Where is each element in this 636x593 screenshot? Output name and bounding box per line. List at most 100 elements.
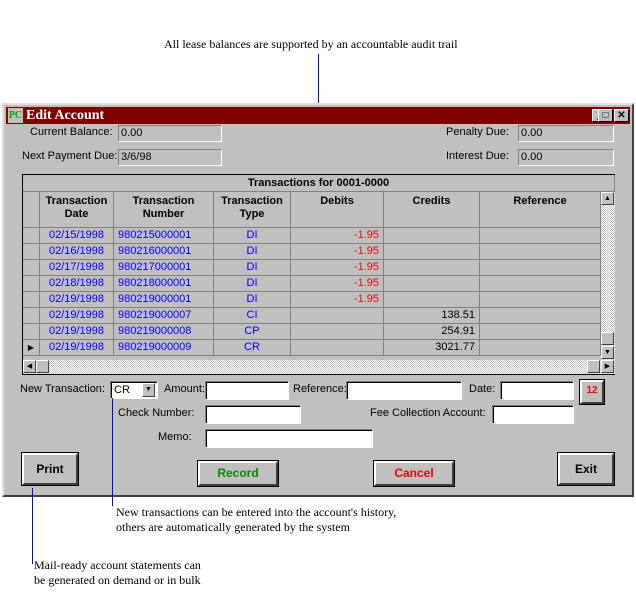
grid-cell[interactable]: 02/19/1998 xyxy=(40,340,114,356)
grid-cell[interactable]: CI xyxy=(214,308,291,324)
column-header-text: Transaction xyxy=(221,195,283,207)
grid-cell[interactable]: CR xyxy=(214,340,291,356)
grid-cell[interactable]: 254.91 xyxy=(384,324,480,340)
grid-cell[interactable] xyxy=(480,308,601,324)
row-selector[interactable] xyxy=(23,308,40,324)
check-number-label: Check Number: xyxy=(118,407,195,419)
memo-label: Memo: xyxy=(158,431,192,443)
grid-cell[interactable] xyxy=(384,260,480,276)
scroll-right-end-icon[interactable] xyxy=(587,360,600,373)
scroll-up-icon[interactable]: ▲ xyxy=(601,192,614,205)
fee-collection-input[interactable] xyxy=(492,405,574,424)
column-header: Transaction Type xyxy=(214,192,291,228)
new-transaction-label: New Transaction: xyxy=(20,383,105,395)
exit-button[interactable]: Exit xyxy=(557,452,615,486)
cancel-button[interactable]: Cancel xyxy=(373,460,455,487)
penalty-due-label: Penalty Due: xyxy=(446,126,509,138)
fee-collection-label: Fee Collection Account: xyxy=(370,407,486,419)
grid-cell[interactable]: 980216000001 xyxy=(114,244,214,260)
grid-cell[interactable]: 980219000008 xyxy=(114,324,214,340)
grid-cell[interactable] xyxy=(291,324,384,340)
grid-cell[interactable] xyxy=(480,276,601,292)
grid-cell[interactable]: 980217000001 xyxy=(114,260,214,276)
row-selector[interactable] xyxy=(23,324,40,340)
grid-cell[interactable]: -1.95 xyxy=(291,292,384,308)
grid-cell[interactable]: 138.51 xyxy=(384,308,480,324)
current-balance-label: Current Balance: xyxy=(30,126,113,138)
scroll-left-icon[interactable]: ◀ xyxy=(23,360,36,373)
grid-cell[interactable]: 980219000001 xyxy=(114,292,214,308)
grid-cell[interactable] xyxy=(384,292,480,308)
scroll-thumb[interactable] xyxy=(601,332,614,345)
current-row-icon[interactable]: ▶ xyxy=(23,340,40,356)
column-header: Debits xyxy=(291,192,384,228)
grid-cell[interactable] xyxy=(384,276,480,292)
transactions-grid[interactable]: Transactions for 0001-0000 Transaction Da… xyxy=(22,174,615,375)
chevron-down-icon[interactable]: ▼ xyxy=(142,383,155,397)
grid-cell[interactable] xyxy=(291,308,384,324)
column-header-text: Reference xyxy=(513,195,567,207)
column-header-text: Credits xyxy=(412,195,451,207)
grid-cell[interactable]: DI xyxy=(214,276,291,292)
grid-cell[interactable] xyxy=(480,244,601,260)
row-selector[interactable] xyxy=(23,260,40,276)
column-header-text: Type xyxy=(239,208,265,220)
grid-cell[interactable]: DI xyxy=(214,228,291,244)
grid-cell[interactable] xyxy=(384,244,480,260)
grid-cell[interactable] xyxy=(480,260,601,276)
grid-cell[interactable] xyxy=(291,340,384,356)
grid-cell[interactable]: 02/15/1998 xyxy=(40,228,114,244)
row-header-corner xyxy=(23,192,40,228)
new-transaction-select[interactable]: CR ▼ xyxy=(110,381,158,399)
row-selector[interactable] xyxy=(23,244,40,260)
row-selector[interactable] xyxy=(23,276,40,292)
scroll-right-icon[interactable]: ▶ xyxy=(601,360,614,373)
date-input[interactable] xyxy=(500,381,574,400)
scroll-down-icon[interactable]: ▼ xyxy=(601,346,614,359)
grid-cell[interactable]: 02/18/1998 xyxy=(40,276,114,292)
grid-cell[interactable]: -1.95 xyxy=(291,244,384,260)
grid-cell[interactable]: 980219000009 xyxy=(114,340,214,356)
grid-cell[interactable]: 02/17/1998 xyxy=(40,260,114,276)
annotation-line xyxy=(112,398,113,506)
grid-cell[interactable] xyxy=(480,292,601,308)
grid-cell[interactable]: DI xyxy=(214,292,291,308)
grid-cell[interactable] xyxy=(384,228,480,244)
grid-cell[interactable]: 980218000001 xyxy=(114,276,214,292)
column-header-text: Debits xyxy=(320,195,354,207)
row-selector[interactable] xyxy=(23,228,40,244)
check-number-input[interactable] xyxy=(205,405,301,424)
grid-cell[interactable]: 02/19/1998 xyxy=(40,292,114,308)
grid-cell[interactable]: CP xyxy=(214,324,291,340)
grid-cell[interactable]: 980215000001 xyxy=(114,228,214,244)
grid-cell[interactable]: 980219000007 xyxy=(114,308,214,324)
grid-cell[interactable]: 3021.77 xyxy=(384,340,480,356)
print-button[interactable]: Print xyxy=(21,452,79,486)
reference-input[interactable] xyxy=(346,381,462,400)
grid-cell[interactable]: 02/16/1998 xyxy=(40,244,114,260)
record-button[interactable]: Record xyxy=(197,460,279,487)
grid-cell[interactable]: -1.95 xyxy=(291,260,384,276)
grid-cell[interactable]: -1.95 xyxy=(291,228,384,244)
calendar-icon[interactable]: 12 xyxy=(579,379,605,405)
row-selector[interactable] xyxy=(23,292,40,308)
amount-input[interactable] xyxy=(205,381,289,400)
grid-cell[interactable]: 02/19/1998 xyxy=(40,324,114,340)
grid-cell[interactable]: -1.95 xyxy=(291,276,384,292)
grid-cell[interactable]: DI xyxy=(214,260,291,276)
grid-cell[interactable] xyxy=(480,340,601,356)
scroll-thumb-horizontal[interactable] xyxy=(36,360,49,373)
next-payment-label: Next Payment Due: xyxy=(22,150,118,162)
vertical-scrollbar[interactable]: ▲ ▼ xyxy=(601,192,615,360)
grid-cell[interactable]: DI xyxy=(214,244,291,260)
grid-cell[interactable]: 02/19/1998 xyxy=(40,308,114,324)
column-header: Credits xyxy=(384,192,480,228)
maximize-button[interactable]: □ xyxy=(598,109,613,122)
memo-input[interactable] xyxy=(205,429,373,448)
annotation-statements-1: Mail-ready account statements can xyxy=(34,558,201,572)
grid-cell[interactable] xyxy=(480,324,601,340)
horizontal-scrollbar[interactable]: ◀ ▶ xyxy=(23,360,615,374)
grid-cell[interactable] xyxy=(480,228,601,244)
close-button[interactable]: ✕ xyxy=(614,109,629,122)
reference-label: Reference: xyxy=(293,383,347,395)
